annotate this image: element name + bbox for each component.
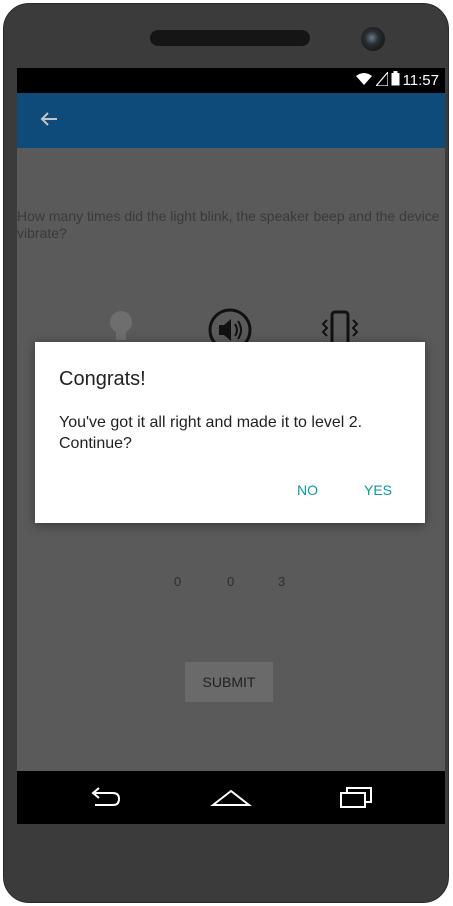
screen: 11:57 How many times did the light blink… xyxy=(17,68,445,824)
congrats-dialog: Congrats! You've got it all right and ma… xyxy=(35,342,425,523)
yes-button[interactable]: YES xyxy=(364,482,392,498)
status-time: 11:57 xyxy=(402,72,439,89)
home-nav-icon[interactable] xyxy=(210,785,252,814)
earpiece-speaker xyxy=(150,30,310,46)
no-button[interactable]: NO xyxy=(297,482,318,498)
app-bar xyxy=(17,93,445,148)
light-count[interactable]: 0 xyxy=(174,574,181,589)
navigation-bar xyxy=(17,771,445,824)
submit-button[interactable]: SUBMIT xyxy=(185,662,273,702)
beep-count[interactable]: 0 xyxy=(227,574,234,589)
back-nav-icon[interactable] xyxy=(87,785,123,814)
phone-frame: 11:57 How many times did the light blink… xyxy=(3,3,449,903)
vibrate-count[interactable]: 3 xyxy=(278,574,285,589)
signal-icon xyxy=(374,69,389,90)
status-bar: 11:57 xyxy=(17,68,445,93)
wifi-icon xyxy=(355,72,373,90)
back-arrow-icon[interactable] xyxy=(37,107,61,131)
front-camera xyxy=(361,27,385,51)
dialog-message: You've got it all right and made it to l… xyxy=(59,414,363,452)
dialog-title: Congrats! xyxy=(59,368,146,390)
battery-icon xyxy=(391,71,400,90)
question-text: How many times did the light blink, the … xyxy=(17,208,440,241)
recents-nav-icon[interactable] xyxy=(337,785,375,814)
count-values: 0 0 3 xyxy=(17,574,445,594)
